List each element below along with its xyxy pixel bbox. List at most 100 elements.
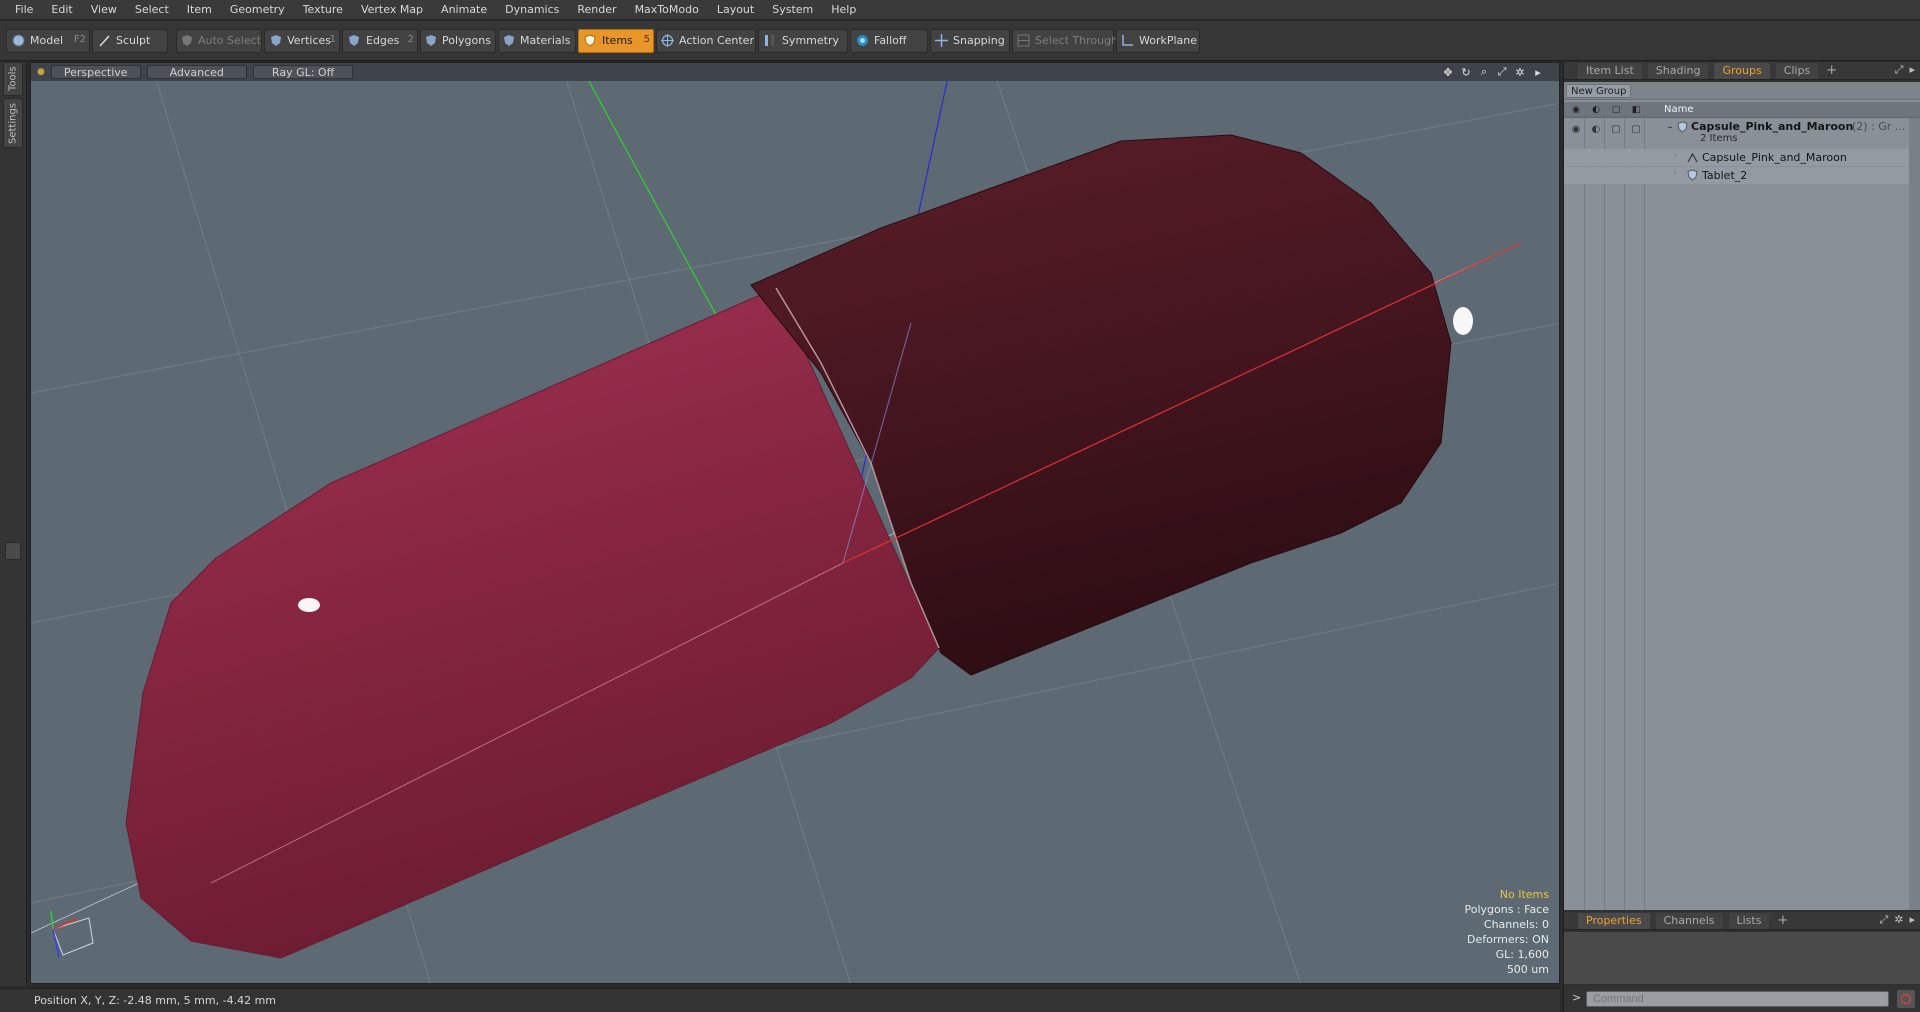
group-visibility-eye-icon[interactable]: ◉: [1570, 123, 1582, 135]
groups-scrollbar[interactable]: [1909, 118, 1920, 910]
items-icon: [583, 34, 597, 48]
maximize-icon[interactable]: ⤢: [1879, 913, 1888, 927]
ray-gl-tab[interactable]: Ray GL: Off: [252, 65, 354, 79]
settings-tab[interactable]: Settings: [3, 98, 23, 148]
perspective-tab[interactable]: Perspective: [50, 65, 141, 79]
specular-highlight-right: [1453, 307, 1473, 335]
tab-item-list[interactable]: Item List: [1578, 62, 1642, 79]
tab-lists[interactable]: Lists: [1728, 912, 1770, 929]
menu-help[interactable]: Help: [822, 0, 865, 20]
visibility-col-eye-icon[interactable]: ◉: [1570, 104, 1582, 116]
items-button[interactable]: Items 5: [578, 28, 654, 53]
3d-viewport[interactable]: ● Perspective Advanced Ray GL: Off ✥ ↻ ⌕…: [30, 62, 1560, 984]
name-column-header[interactable]: Name: [1664, 104, 1694, 115]
new-group-bar: New Group: [1564, 82, 1920, 100]
scene-canvas[interactable]: [31, 63, 1560, 984]
menu-layout[interactable]: Layout: [708, 0, 763, 20]
expand-arrow-icon[interactable]: ▸: [1531, 65, 1545, 79]
selection-info: No Items: [1499, 888, 1549, 901]
list-item[interactable]: · Tablet_2: [1564, 167, 1909, 184]
tab-channels[interactable]: Channels: [1655, 912, 1723, 929]
menu-texture[interactable]: Texture: [294, 0, 352, 20]
menu-item[interactable]: Item: [178, 0, 221, 20]
scale-info: 500 um: [1506, 963, 1549, 976]
command-history-arrow-icon[interactable]: >: [1572, 991, 1581, 1004]
advanced-tab[interactable]: Advanced: [146, 65, 247, 79]
mesh-shield-icon: [1686, 169, 1698, 181]
groups-panel-tabs: Item List Shading Groups Clips + ⤢ ▸: [1564, 62, 1920, 80]
snapping-button[interactable]: Snapping: [930, 28, 1010, 53]
mesh-locator-icon: [1686, 151, 1698, 163]
list-item[interactable]: · Capsule_Pink_and_Maroon: [1564, 149, 1909, 166]
tab-shading[interactable]: Shading: [1647, 62, 1709, 79]
edges-button[interactable]: Edges 2: [342, 28, 418, 53]
rotate-icon[interactable]: ↻: [1459, 65, 1473, 79]
menu-dynamics[interactable]: Dynamics: [496, 0, 568, 20]
symmetry-button[interactable]: Symmetry: [758, 28, 848, 53]
group-expand-icon[interactable]: –: [1664, 121, 1676, 133]
shield-icon: [181, 34, 193, 48]
command-input[interactable]: [1586, 991, 1889, 1007]
vertices-icon: [269, 34, 282, 48]
tools-tab[interactable]: Tools: [3, 62, 23, 96]
tab-properties[interactable]: Properties: [1578, 912, 1650, 929]
add-tab-icon[interactable]: +: [1777, 913, 1788, 928]
model-key: F2: [73, 33, 86, 45]
vertices-button[interactable]: Vertices 1: [264, 28, 340, 53]
zoom-icon[interactable]: ⌕: [1477, 65, 1491, 79]
group-suffix: (2) : Gr ...: [1852, 120, 1906, 133]
deformers-info: Deformers: ON: [1467, 933, 1549, 946]
menu-view[interactable]: View: [82, 0, 126, 20]
action-center-label: Action Center: [679, 34, 754, 47]
viewport-menu-dot-icon[interactable]: ●: [37, 67, 45, 77]
menu-animate[interactable]: Animate: [432, 0, 496, 20]
auto-select-button[interactable]: Auto Select: [176, 28, 262, 53]
side-collapse-handle[interactable]: [5, 542, 21, 560]
symmetry-label: Symmetry: [781, 34, 839, 47]
stop-icon[interactable]: [1897, 990, 1915, 1008]
brush-icon: [97, 34, 111, 48]
materials-icon: [503, 34, 515, 48]
menu-system[interactable]: System: [763, 0, 822, 20]
select-col-icon[interactable]: ◧: [1630, 104, 1642, 116]
tree-branch-icon: ·: [1674, 151, 1677, 161]
group-render-icon[interactable]: ◐: [1590, 123, 1602, 135]
render-col-icon[interactable]: ◐: [1590, 104, 1602, 116]
tab-groups[interactable]: Groups: [1714, 62, 1770, 79]
menu-file[interactable]: File: [6, 0, 42, 20]
action-center-button[interactable]: Action Center: [656, 28, 756, 53]
group-lock-checkbox[interactable]: ▢: [1610, 123, 1622, 135]
falloff-label: Falloff: [874, 34, 907, 47]
menu-select[interactable]: Select: [126, 0, 178, 20]
panel-arrow-icon[interactable]: ▸: [1909, 63, 1915, 77]
workplane-button[interactable]: WorkPlane: [1116, 28, 1200, 53]
fit-icon[interactable]: ⤢: [1495, 65, 1509, 79]
menu-maxtomodo[interactable]: MaxToModo: [626, 0, 708, 20]
gear-icon[interactable]: ✲: [1513, 65, 1527, 79]
pink-capsule-half[interactable]: [125, 287, 940, 959]
lock-col-icon[interactable]: ▢: [1610, 104, 1622, 116]
panel-arrow-icon[interactable]: ▸: [1909, 913, 1915, 927]
group-select-checkbox[interactable]: ▢: [1630, 123, 1642, 135]
model-mode-button[interactable]: Model F2: [6, 28, 90, 53]
select-through-button[interactable]: Select Through: [1012, 28, 1118, 53]
right-panel: Item List Shading Groups Clips + ⤢ ▸ New …: [1563, 62, 1920, 1012]
polygons-button[interactable]: Polygons: [420, 28, 496, 53]
pan-icon[interactable]: ✥: [1441, 65, 1455, 79]
gear-icon[interactable]: ✲: [1894, 913, 1903, 927]
symmetry-icon: [763, 34, 777, 48]
menu-geometry[interactable]: Geometry: [221, 0, 294, 20]
sculpt-mode-button[interactable]: Sculpt: [92, 28, 168, 53]
falloff-button[interactable]: Falloff: [850, 28, 928, 53]
new-group-button[interactable]: New Group: [1566, 84, 1632, 98]
tab-clips[interactable]: Clips: [1775, 62, 1819, 79]
group-row[interactable]: ◉ ◐ ▢ ▢ – Capsule_Pink_and_Maroon (2) : …: [1564, 119, 1909, 147]
menu-vertex-map[interactable]: Vertex Map: [352, 0, 432, 20]
add-tab-icon[interactable]: +: [1826, 63, 1837, 78]
menu-edit[interactable]: Edit: [42, 0, 81, 20]
menu-render[interactable]: Render: [568, 0, 625, 20]
crosshair-icon: [661, 34, 674, 48]
maximize-icon[interactable]: ⤢: [1895, 63, 1904, 77]
materials-button[interactable]: Materials: [498, 28, 576, 53]
group-name: Capsule_Pink_and_Maroon: [1691, 120, 1854, 133]
